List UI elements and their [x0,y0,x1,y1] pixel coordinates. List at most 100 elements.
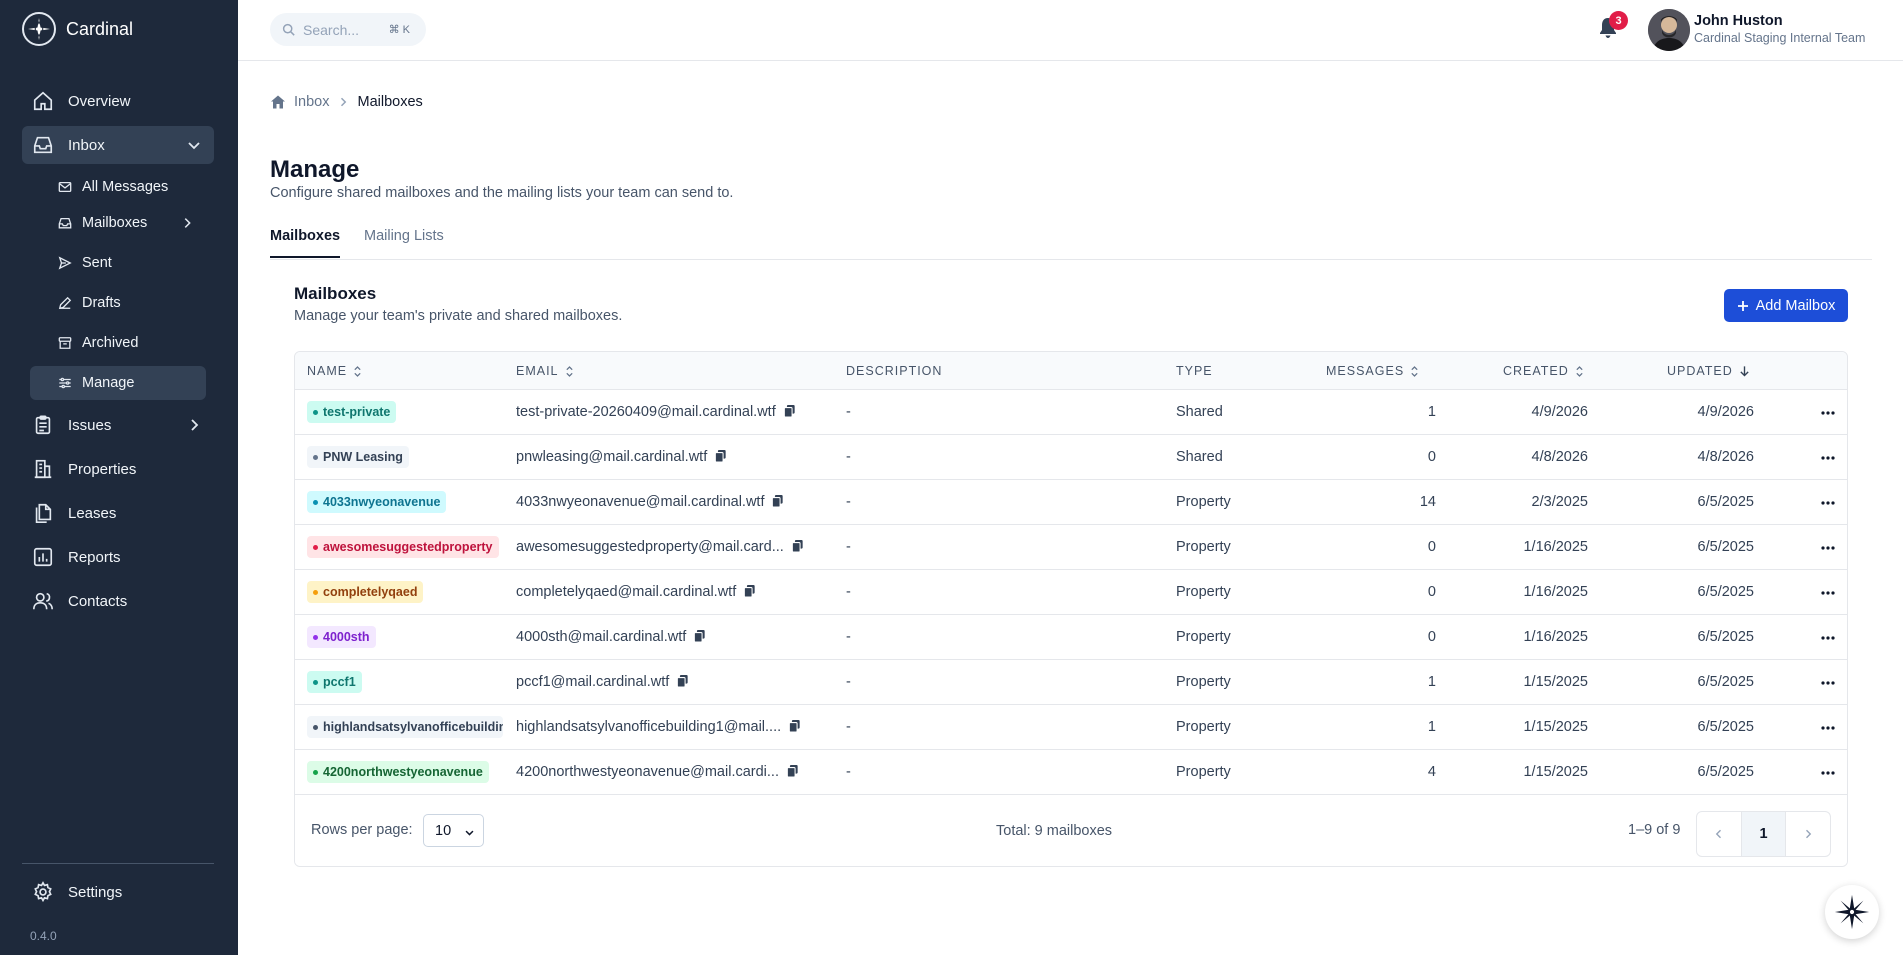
mailbox-email: pccf1@mail.cardinal.wtf [516,674,670,690]
sidebar-item-issues[interactable]: Issues [22,406,214,444]
sidebar-item-settings[interactable]: Settings [22,873,214,911]
column-header-label: CREATED [1503,364,1569,378]
table-row[interactable]: test-private test-private-20260409@mail.c… [295,390,1847,435]
created-cell: 4/9/2026 [1531,404,1588,420]
mailbox-name-badge: completelyqaed [307,581,424,603]
email-cell: pnwleasing@mail.cardinal.wtf [516,449,726,465]
copy-icon[interactable] [791,540,803,552]
table-row[interactable]: 4200northwestyeonavenue 4200northwestyeon… [295,750,1847,795]
more-actions-icon[interactable] [1821,411,1835,415]
sidebar-item-sent[interactable]: Sent [30,246,206,280]
mailbox-name-badge: PNW Leasing [307,446,409,468]
table-row[interactable]: pccf1 pccf1@mail.cardinal.wtf - Property 1 1/… [295,660,1847,705]
messages-cell: 0 [1427,584,1436,600]
brand[interactable]: Cardinal [22,12,133,46]
mailbox-name: test-private [323,405,391,419]
email-cell: test-private-20260409@mail.cardinal.wtf [516,404,795,420]
updated-cell: 6/5/2025 [1697,674,1754,690]
sidebar-item-overview[interactable]: Overview [22,82,214,120]
tab-mailing-lists[interactable]: Mailing Lists [364,228,444,256]
copy-icon[interactable] [786,765,798,777]
search-icon [282,23,295,36]
column-header-label: DESCRIPTION [846,364,943,378]
type-cell: Property [1176,674,1231,690]
description-cell: - [846,764,851,780]
app-name: Cardinal [66,18,134,39]
sidebar-item-label: Drafts [82,295,121,311]
type-cell: Property [1176,539,1231,555]
column-header-updated[interactable]: UPDATED [1667,364,1750,378]
more-actions-icon[interactable] [1821,726,1835,730]
sidebar-item-properties[interactable]: Properties [22,450,214,488]
copy-icon[interactable] [772,495,784,507]
copy-icon[interactable] [715,450,726,462]
sidebar-item-inbox[interactable]: Inbox [22,126,214,164]
column-header-messages[interactable]: MESSAGES [1326,364,1419,378]
tabs: Mailboxes Mailing Lists [270,222,1872,260]
breadcrumb-current: Mailboxes [357,94,423,110]
more-actions-icon[interactable] [1821,501,1835,505]
avatar[interactable] [1648,9,1690,51]
messages-cell: 1 [1427,674,1436,690]
sidebar-item-label: Inbox [68,136,105,154]
clipboard-icon [35,415,51,435]
sidebar-item-drafts[interactable]: Drafts [30,286,206,320]
mailbox-email: awesomesuggestedproperty@mail.card... [516,539,784,555]
table-row[interactable]: awesomesuggestedproperty awesomesuggested… [295,525,1847,570]
type-cell: Property [1176,629,1231,645]
table-row[interactable]: highlandsatsylvanofficebuildin highlandsa… [295,705,1847,750]
column-header-email[interactable]: EMAIL [516,364,574,378]
mailbox-name: 4000sth [323,630,370,644]
table-row[interactable]: PNW Leasing pnwleasing@mail.cardinal.wtf -… [295,435,1847,480]
more-actions-icon[interactable] [1821,771,1835,775]
table-row[interactable]: 4000sth 4000sth@mail.cardinal.wtf - Propert… [295,615,1847,660]
sidebar-item-label: Leases [68,504,117,522]
copy-icon[interactable] [677,675,688,687]
assistant-button[interactable] [1825,885,1879,939]
add-mailbox-button[interactable]: Add Mailbox [1724,289,1848,322]
type-cell: Shared [1176,449,1223,465]
mailbox-name: 4033nwyeonavenue [323,495,441,509]
sidebar-item-reports[interactable]: Reports [22,538,214,576]
rows-per-page-select[interactable]: 10 [423,814,484,847]
search-input[interactable]: Search... ⌘ K [270,13,426,46]
more-actions-icon[interactable] [1821,591,1835,595]
copy-icon[interactable] [789,720,800,732]
breadcrumb: Inbox Mailboxes [270,94,423,110]
sidebar-item-mailboxes[interactable]: Mailboxes [30,206,206,240]
sidebar-item-contacts[interactable]: Contacts [22,582,214,620]
table-row[interactable]: completelyqaed completelyqaed@mail.cardin… [295,570,1847,615]
breadcrumb-inbox-link[interactable]: Inbox [294,94,329,110]
chevron-right-icon [184,218,191,228]
updated-cell: 6/5/2025 [1697,494,1754,510]
updated-cell: 6/5/2025 [1697,719,1754,735]
mailbox-icon [58,217,72,229]
sidebar-item-leases[interactable]: Leases [22,494,214,532]
column-header-created[interactable]: CREATED [1503,364,1584,378]
prev-page-button[interactable] [1697,812,1741,856]
copy-icon[interactable] [744,585,755,597]
column-header-label: EMAIL [516,364,559,378]
more-actions-icon[interactable] [1821,546,1835,550]
copy-icon[interactable] [783,405,795,417]
sidebar-item-manage[interactable]: Manage [30,366,206,400]
sort-descending-icon [1740,366,1749,377]
more-actions-icon[interactable] [1821,681,1835,685]
sidebar-item-label: Settings [68,883,123,901]
status-dot [313,769,318,775]
sidebar-item-label: Issues [68,416,112,434]
created-cell: 1/16/2025 [1523,539,1588,555]
page-button-current[interactable]: 1 [1741,812,1786,856]
more-actions-icon[interactable] [1821,636,1835,640]
description-cell: - [846,719,851,735]
column-header-name[interactable]: NAME [307,364,362,378]
next-page-button[interactable] [1786,812,1830,856]
status-dot [313,499,318,505]
chevron-left-icon [1715,829,1722,839]
more-actions-icon[interactable] [1821,456,1835,460]
sidebar-item-all-messages[interactable]: All Messages [30,170,206,204]
sidebar-item-archived[interactable]: Archived [30,326,206,360]
table-row[interactable]: 4033nwyeonavenue 4033nwyeonavenue@mail.ca… [295,480,1847,525]
copy-icon[interactable] [694,630,705,642]
tab-mailboxes[interactable]: Mailboxes [270,228,341,258]
